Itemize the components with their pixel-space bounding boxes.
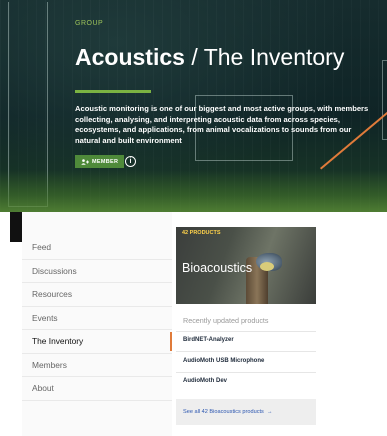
info-icon[interactable]: i [125,156,136,167]
divider [176,351,316,352]
bird-belly-graphic [260,262,274,271]
sidebar-item-resources[interactable]: Resources [22,283,172,307]
group-hero-banner: GROUP Acoustics / The Inventory Acoustic… [0,0,387,212]
group-label: GROUP [75,20,104,27]
hero-frame-decoration [382,60,387,140]
product-link-birdnet-analyzer[interactable]: BirdNET-Analyzer [183,337,234,343]
member-label: MEMBER [92,158,119,165]
product-link-audiomoth-dev[interactable]: AudioMoth Dev [183,378,227,384]
group-description: Acoustic monitoring is one of our bigges… [75,104,369,145]
sidebar-item-about[interactable]: About [22,377,172,401]
sidebar-item-feed[interactable]: Feed [22,236,172,260]
sidebar-item-events[interactable]: Events [22,307,172,330]
arrow-right-icon: → [266,409,273,415]
member-icon [81,158,89,165]
title-underline [75,90,151,93]
see-all-label: See all 42 Bioacoustics products [183,409,264,415]
group-name[interactable]: Acoustics [75,44,185,70]
product-count-badge: 42 PRODUCTS [182,230,221,236]
page-title: Acoustics / The Inventory [75,44,344,71]
recent-products-heading: Recently updated products [183,316,269,325]
category-title[interactable]: Bioacoustics [182,261,252,275]
hero-foliage [0,170,387,212]
group-sidebar-nav: Feed Discussions Resources Events The In… [22,236,172,401]
sidebar-item-members[interactable]: Members [22,354,172,377]
divider [176,331,316,332]
member-button[interactable]: MEMBER [75,155,125,168]
see-all-products-link[interactable]: See all 42 Bioacoustics products → [176,399,316,425]
divider [176,372,316,373]
product-link-audiomoth-usb-microphone[interactable]: AudioMoth USB Microphone [183,358,264,364]
sidebar-item-discussions[interactable]: Discussions [22,260,172,283]
section-name: / The Inventory [184,44,345,70]
sidebar-item-the-inventory[interactable]: The Inventory [22,330,172,354]
